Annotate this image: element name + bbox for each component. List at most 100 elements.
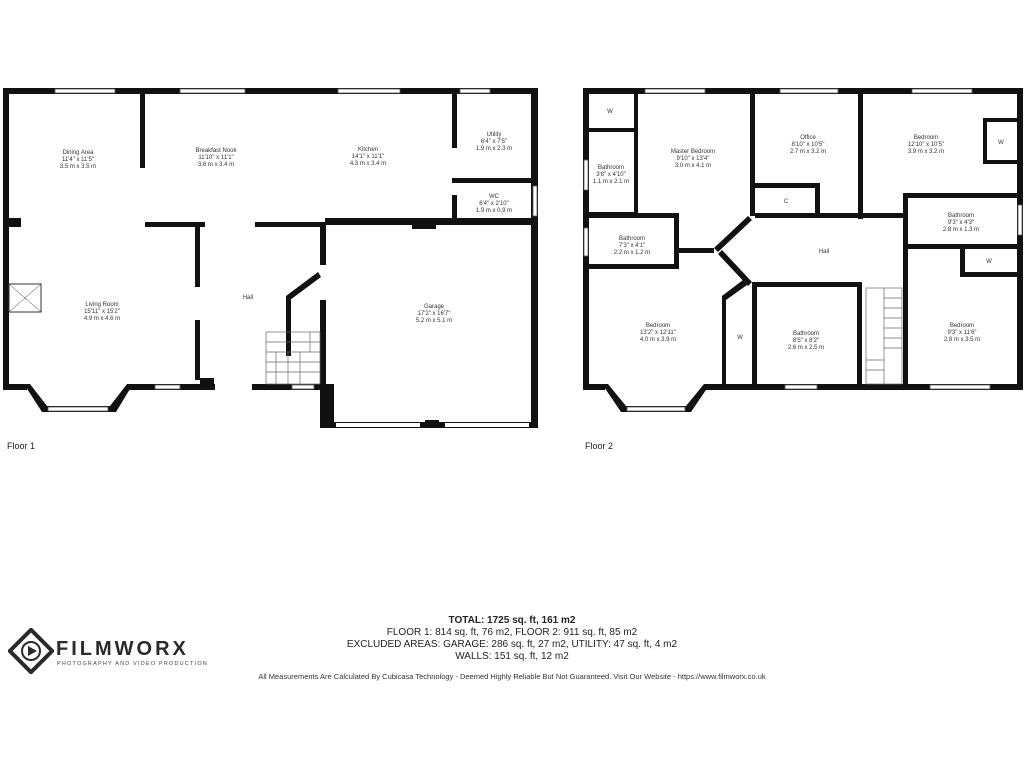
- room-dim-imperial: 7'3" x 4'1": [619, 243, 645, 249]
- room-dim-imperial: 17'2" x 16'7": [418, 311, 451, 317]
- wall: [983, 160, 1017, 164]
- room-name-bathroom: Bathroom: [619, 236, 645, 242]
- wall: [320, 300, 326, 384]
- window: [583, 227, 589, 257]
- wall: [983, 118, 987, 163]
- wall: [960, 272, 1023, 277]
- wall: [722, 296, 726, 384]
- wardrobe-marker: W: [737, 335, 743, 341]
- room-dim-imperial: 8'10" x 10'5": [792, 142, 825, 148]
- wardrobe-marker: W: [998, 140, 1004, 146]
- room-dim-metric: 3.0 m x 4.1 m: [675, 163, 711, 169]
- wall: [531, 88, 538, 428]
- floor-2-plan: W W W W C Master Bedroom 9'10" x 13'4" 3…: [583, 88, 1023, 412]
- wall: [752, 282, 862, 287]
- window: [532, 185, 538, 217]
- brand-tagline: PHOTOGRAPHY AND VIDEO PRODUCTION: [57, 661, 208, 667]
- room-dim-imperial: 6'4" x 7'5": [481, 139, 507, 145]
- room-name-bathroom: Bathroom: [793, 331, 819, 337]
- window: [911, 88, 973, 94]
- wall: [452, 178, 532, 183]
- wall: [752, 282, 757, 384]
- room-name-dining-area: Dining Area: [62, 150, 94, 156]
- wall: [3, 218, 21, 227]
- room-dim-metric: 2.8 m x 3.5 m: [944, 337, 980, 343]
- wall: [983, 118, 1017, 122]
- window: [337, 88, 401, 94]
- wall: [286, 296, 291, 356]
- filmworx-logo-icon: [8, 628, 54, 674]
- window: [784, 384, 818, 390]
- room-dim-imperial: 9'3" x 4'3": [948, 220, 974, 226]
- room-name-bedroom: Bedroom: [914, 135, 938, 141]
- room-dim-metric: 2.8 m x 1.3 m: [943, 227, 979, 233]
- wall: [589, 128, 634, 132]
- brand-name: FILMWORX: [56, 638, 189, 660]
- wall: [858, 94, 863, 219]
- wall: [200, 378, 214, 390]
- disclaimer-text: All Measurements Are Calculated By Cubic…: [258, 672, 766, 681]
- wall: [960, 249, 965, 275]
- stairs: [265, 331, 321, 385]
- room-dim-metric: 2.7 m x 3.2 m: [790, 149, 826, 155]
- wall: [286, 272, 321, 300]
- room-dim-imperial: 3'8" x 4'10": [596, 172, 626, 178]
- window: [47, 406, 109, 412]
- floor-1-plan: Dining Area 11'4" x 11'5" 3.5 m x 3.5 m …: [3, 88, 538, 428]
- room-dim-metric: 1.9 m x 0.9 m: [476, 208, 512, 214]
- room-dim-metric: 4.9 m x 4.6 m: [84, 316, 120, 322]
- room-name-master-bedroom: Master Bedroom: [671, 149, 715, 155]
- window: [54, 88, 116, 94]
- room-dim-metric: 5.2 m x 5.1 m: [416, 318, 452, 324]
- room-name-bathroom: Bathroom: [598, 165, 624, 171]
- wall: [589, 213, 679, 218]
- room-name-wc: WC: [489, 194, 500, 200]
- window: [583, 159, 589, 191]
- floor-1-label: Floor 1: [7, 441, 36, 451]
- wall: [320, 225, 326, 265]
- room-dim-metric: 2.2 m x 1.2 m: [614, 250, 650, 256]
- total-area: TOTAL: 1725 sq. ft, 161 m2: [448, 615, 576, 626]
- room-dim-imperial: 9'3" x 11'6": [947, 330, 976, 336]
- wall: [903, 244, 1023, 249]
- room-name-office: Office: [800, 135, 816, 141]
- wall: [903, 193, 908, 248]
- window: [291, 384, 315, 390]
- wall: [679, 248, 714, 253]
- wall: [634, 94, 638, 214]
- wall: [589, 264, 679, 269]
- room-name-bedroom: Bedroom: [950, 323, 974, 329]
- room-name-kitchen: Kitchen: [358, 147, 378, 153]
- garage-door-opening: [445, 423, 529, 427]
- window: [929, 384, 991, 390]
- garage-door-opening: [336, 423, 420, 427]
- room-dim-metric: 2.6 m x 2.5 m: [788, 345, 824, 351]
- room-name-bedroom: Bedroom: [646, 323, 670, 329]
- room-dim-metric: 3.5 m x 3.5 m: [60, 164, 96, 170]
- room-name-living-room: Living Room: [85, 302, 118, 308]
- wall: [857, 282, 862, 384]
- room-dim-imperial: 9'10" x 13'4": [677, 156, 710, 162]
- room-name-garage: Garage: [424, 304, 445, 310]
- window: [459, 88, 491, 94]
- room-dim-metric: 3.9 m x 3.2 m: [908, 149, 944, 155]
- window: [779, 88, 839, 94]
- room-name-hall: Hall: [243, 295, 253, 301]
- room-dim-metric: 4.3 m x 3.4 m: [350, 161, 386, 167]
- wardrobe-marker: W: [607, 109, 613, 115]
- floor-2-label: Floor 2: [585, 441, 614, 451]
- window: [154, 384, 181, 390]
- room-name-breakfast-nook: Breakfast Nook: [195, 148, 237, 154]
- room-name-hall: Hall: [819, 249, 829, 255]
- wall: [195, 320, 200, 380]
- wall: [3, 384, 27, 390]
- wall: [815, 183, 820, 218]
- room-dim-imperial: 6'4" x 2'10": [479, 201, 509, 207]
- wardrobe-marker: W: [986, 259, 992, 265]
- wall: [425, 420, 439, 428]
- wall: [140, 88, 145, 168]
- room-dim-imperial: 13'2" x 12'11": [640, 330, 676, 336]
- window: [179, 88, 246, 94]
- room-dim-imperial: 8'5" x 8'2": [793, 338, 819, 344]
- wall: [255, 222, 325, 227]
